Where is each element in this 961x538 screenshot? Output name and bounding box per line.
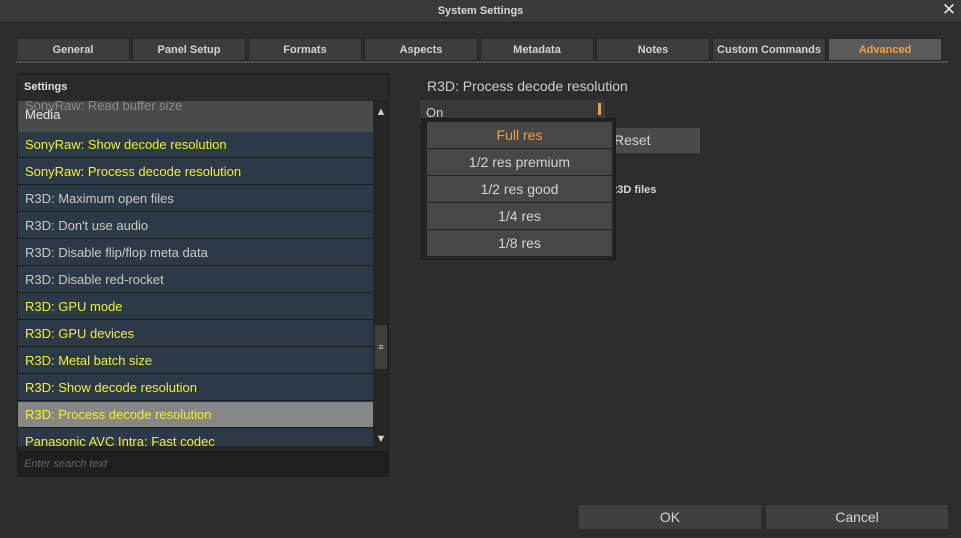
ok-button[interactable]: OK xyxy=(578,504,762,530)
cancel-button[interactable]: Cancel xyxy=(765,504,949,530)
list-item[interactable]: Panasonic AVC Intra: Fast codec xyxy=(18,429,373,446)
dropdown-option-full-res[interactable]: Full res xyxy=(427,122,612,148)
tab-custom-commands[interactable]: Custom Commands xyxy=(712,38,826,61)
scroll-thumb[interactable]: ≡ xyxy=(375,325,387,369)
settings-header: Settings xyxy=(18,74,388,100)
dropdown-option-half-premium[interactable]: 1/2 res premium xyxy=(427,149,612,175)
category-header: SonyRaw: Read buffer size Media xyxy=(18,101,373,132)
scroll-up-icon[interactable]: ▲ xyxy=(374,105,388,119)
tab-bar: General Panel Setup Formats Aspects Meta… xyxy=(16,38,948,62)
search-input[interactable] xyxy=(18,451,388,476)
dropdown-option-half-good[interactable]: 1/2 res good xyxy=(427,176,612,202)
settings-list[interactable]: SonyRaw: Read buffer size Media SonyRaw:… xyxy=(18,101,373,446)
tab-aspects[interactable]: Aspects xyxy=(364,38,478,61)
reset-button[interactable]: Reset xyxy=(604,128,700,153)
close-icon[interactable]: ✕ xyxy=(940,0,958,22)
tab-formats[interactable]: Formats xyxy=(248,38,362,61)
setting-title: R3D: Process decode resolution xyxy=(427,78,628,94)
list-item[interactable]: R3D: Show decode resolution xyxy=(18,375,373,401)
list-item[interactable]: R3D: Metal batch size xyxy=(18,348,373,374)
tab-general[interactable]: General xyxy=(16,38,130,61)
list-item[interactable]: SonyRaw: Process decode resolution xyxy=(18,159,373,185)
category-label: Media xyxy=(25,107,61,122)
tab-divider xyxy=(16,61,948,63)
list-item[interactable]: R3D: Don't use audio xyxy=(18,213,373,239)
dropdown-option-quarter[interactable]: 1/4 res xyxy=(427,203,612,229)
dropdown-menu: Full res 1/2 res premium 1/2 res good 1/… xyxy=(421,118,616,260)
list-item-selected[interactable]: R3D: Process decode resolution xyxy=(18,402,373,428)
window-title: System Settings xyxy=(437,5,524,17)
list-item[interactable]: R3D: Disable flip/flop meta data xyxy=(18,240,373,266)
list-scrollbar[interactable]: ▲ ≡ ▼ xyxy=(374,101,388,446)
settings-panel: Settings SonyRaw: Read buffer size Media… xyxy=(17,73,389,477)
list-item[interactable]: SonyRaw: Show decode resolution xyxy=(18,132,373,158)
tab-advanced[interactable]: Advanced xyxy=(828,38,942,61)
tab-metadata[interactable]: Metadata xyxy=(480,38,594,61)
dropdown-marker-icon xyxy=(598,103,601,115)
list-item[interactable]: R3D: GPU mode xyxy=(18,294,373,320)
title-bar: System Settings ✕ xyxy=(0,0,961,23)
list-item[interactable]: R3D: Disable red-rocket xyxy=(18,267,373,293)
list-item[interactable]: R3D: GPU devices xyxy=(18,321,373,347)
tab-notes[interactable]: Notes xyxy=(596,38,710,61)
scroll-down-icon[interactable]: ▼ xyxy=(374,432,388,446)
list-item[interactable]: R3D: Maximum open files xyxy=(18,186,373,212)
dropdown-option-eighth[interactable]: 1/8 res xyxy=(427,230,612,256)
tab-panel-setup[interactable]: Panel Setup xyxy=(132,38,246,61)
